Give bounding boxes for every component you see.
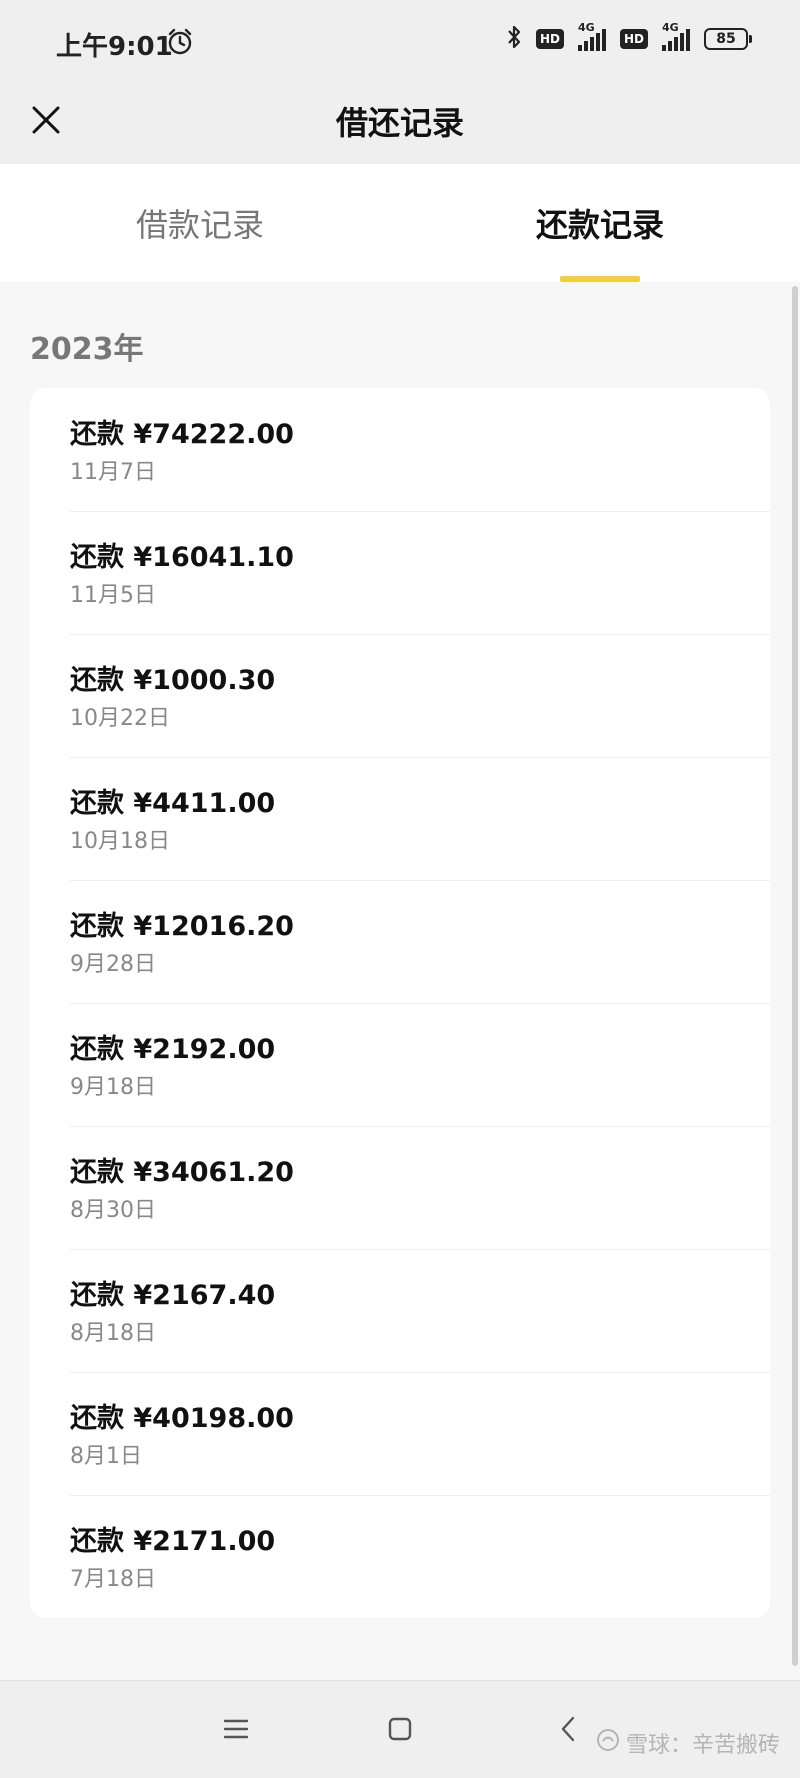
system-nav-bar: 雪球：辛苦搬砖 xyxy=(0,1680,800,1778)
record-date: 10月22日 xyxy=(70,706,170,731)
record-date: 11月7日 xyxy=(70,460,156,485)
record-amount: 还款 ¥2192.00 xyxy=(70,1034,276,1065)
record-date: 8月30日 xyxy=(70,1198,156,1223)
signal-icon-2: 4G xyxy=(662,21,690,51)
menu-icon xyxy=(223,1718,249,1744)
nav-home-button[interactable] xyxy=(372,1703,428,1759)
status-time: 上午9:01 xyxy=(56,32,173,62)
battery-icon: 85 xyxy=(704,28,752,50)
page-title: 借还记录 xyxy=(335,104,464,142)
network-type-2: 4G xyxy=(662,21,679,34)
records-list: 还款 ¥74222.00 11月7日 还款 ¥16041.10 11月5日 还款… xyxy=(30,388,770,1618)
record-item[interactable]: 还款 ¥12016.20 9月28日 xyxy=(30,880,770,1003)
scrollbar[interactable] xyxy=(792,286,798,1666)
snowball-logo-icon xyxy=(596,1728,620,1758)
nav-menu-button[interactable] xyxy=(208,1703,264,1759)
home-icon xyxy=(387,1716,413,1746)
record-amount: 还款 ¥12016.20 xyxy=(70,911,294,942)
tab-bar: 借款记录 还款记录 xyxy=(0,164,800,282)
status-bar: 上午9:01 HD 4G HD 4G 85 xyxy=(0,0,800,80)
record-date: 8月1日 xyxy=(70,1444,142,1469)
record-amount: 还款 ¥2171.00 xyxy=(70,1526,276,1557)
network-type: 4G xyxy=(577,21,595,34)
record-item[interactable]: 还款 ¥2192.00 9月18日 xyxy=(30,1003,770,1126)
record-item[interactable]: 还款 ¥1000.30 10月22日 xyxy=(30,634,770,757)
record-amount: 还款 ¥74222.00 xyxy=(70,419,294,450)
records-content: 2023年 还款 ¥74222.00 11月7日 还款 ¥16041.10 11… xyxy=(0,282,800,1680)
record-date: 10月18日 xyxy=(70,829,170,854)
record-item[interactable]: 还款 ¥34061.20 8月30日 xyxy=(30,1126,770,1249)
hd-badge-2: HD xyxy=(619,29,648,49)
record-date: 7月18日 xyxy=(70,1567,156,1592)
back-icon xyxy=(558,1715,578,1747)
tab-borrow-records[interactable]: 借款记录 xyxy=(0,164,400,282)
record-date: 9月18日 xyxy=(70,1075,156,1100)
record-item[interactable]: 还款 ¥2167.40 8月18日 xyxy=(30,1249,770,1372)
watermark: 雪球：辛苦搬砖 xyxy=(596,1727,780,1759)
year-heading: 2023年 xyxy=(30,332,144,367)
record-date: 11月5日 xyxy=(70,583,156,608)
record-date: 9月28日 xyxy=(70,952,156,977)
record-item[interactable]: 还款 ¥74222.00 11月7日 xyxy=(30,388,770,511)
record-date: 8月18日 xyxy=(70,1321,156,1346)
status-icons: HD 4G HD 4G 85 xyxy=(506,21,752,54)
alarm-icon xyxy=(166,28,194,56)
hd-badge: HD xyxy=(535,29,564,49)
record-amount: 还款 ¥16041.10 xyxy=(70,542,294,573)
nav-back-button[interactable] xyxy=(540,1703,596,1759)
tab-repay-records[interactable]: 还款记录 xyxy=(400,164,800,282)
title-bar: 借还记录 xyxy=(0,80,800,164)
record-item[interactable]: 还款 ¥4411.00 10月18日 xyxy=(30,757,770,880)
bluetooth-icon xyxy=(506,24,522,54)
record-amount: 还款 ¥2167.40 xyxy=(70,1280,276,1311)
signal-icon: 4G xyxy=(577,21,606,51)
record-item[interactable]: 还款 ¥2171.00 7月18日 xyxy=(30,1495,770,1618)
record-amount: 还款 ¥1000.30 xyxy=(70,665,276,696)
record-amount: 还款 ¥4411.00 xyxy=(70,788,276,819)
battery-level: 85 xyxy=(704,28,748,50)
record-amount: 还款 ¥40198.00 xyxy=(70,1403,294,1434)
record-amount: 还款 ¥34061.20 xyxy=(70,1157,294,1188)
record-item[interactable]: 还款 ¥40198.00 8月1日 xyxy=(30,1372,770,1495)
watermark-text: 雪球：辛苦搬砖 xyxy=(625,1733,780,1758)
record-item[interactable]: 还款 ¥16041.10 11月5日 xyxy=(30,511,770,634)
